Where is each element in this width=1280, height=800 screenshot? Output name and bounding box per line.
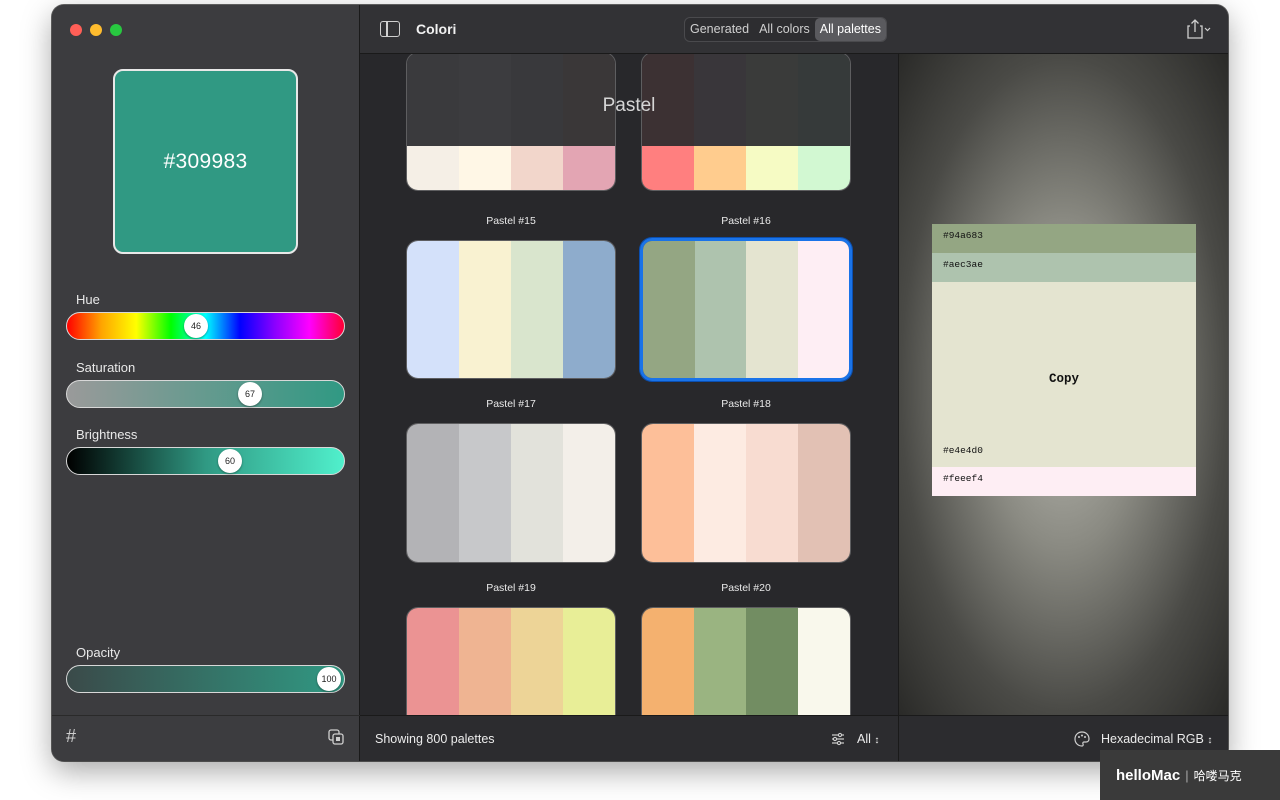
watermark: helloMac | 哈喽马克 (1100, 750, 1280, 800)
tab-generated[interactable]: Generated (685, 18, 754, 41)
copy-label[interactable]: Copy (932, 372, 1196, 386)
preview-hex: #e4e4d0 (943, 445, 983, 456)
app-title: Colori (416, 21, 457, 37)
opacity-slider[interactable]: 100 (66, 665, 345, 693)
sidebar: #309983 Hue 46 Saturation 67 Brightness … (52, 5, 360, 761)
palette-card-pastel-18[interactable] (640, 238, 852, 381)
grid-footer: Showing 800 palettes All ↕ (360, 715, 898, 761)
color-format-value: Hexadecimal RGB (1101, 732, 1204, 746)
brightness-slider-knob[interactable]: 60 (218, 449, 242, 473)
palette-name: Pastel #19 (486, 582, 536, 594)
toolbar: Colori Generated All colors All palettes (360, 5, 1228, 54)
share-icon[interactable] (1186, 19, 1212, 39)
sidebar-footer: # (52, 715, 360, 761)
app-window: #309983 Hue 46 Saturation 67 Brightness … (52, 5, 1228, 761)
preview-hex: #94a683 (943, 230, 983, 241)
opacity-slider-knob[interactable]: 100 (317, 667, 341, 691)
palette-name: Pastel #18 (721, 398, 771, 410)
palette-card-9[interactable] (406, 607, 616, 715)
color-format-dropdown[interactable]: Hexadecimal RGB ↕ (1101, 732, 1212, 746)
preview-color-row[interactable]: #feeef4 (932, 467, 1196, 496)
palette-name: Pastel #17 (486, 398, 536, 410)
palette-name: Pastel #16 (721, 215, 771, 227)
preview-color-row[interactable]: #aec3ae (932, 253, 1196, 282)
hue-slider-knob[interactable]: 46 (184, 314, 208, 338)
copy-icon[interactable] (328, 729, 344, 745)
palette-count: Showing 800 palettes (375, 732, 495, 746)
filter-dropdown[interactable]: All ↕ (857, 732, 879, 746)
window-controls (70, 24, 122, 36)
zoom-window-button[interactable] (110, 24, 122, 36)
tab-all-colors[interactable]: All colors (754, 18, 815, 41)
preview-hex: #feeef4 (943, 473, 983, 484)
hue-label: Hue (76, 292, 100, 307)
palette-name: Pastel #15 (486, 215, 536, 227)
hue-slider[interactable]: 46 (66, 312, 345, 340)
palette-icon (1074, 731, 1090, 747)
category-overlay-title: Pastel (602, 95, 656, 116)
palette-card-pastel-19[interactable] (406, 423, 616, 563)
opacity-label: Opacity (76, 645, 121, 660)
chevron-updown-icon: ↕ (874, 735, 880, 746)
view-segmented-control: Generated All colors All palettes (684, 17, 887, 42)
brightness-slider[interactable]: 60 (66, 447, 345, 475)
watermark-separator: | (1185, 767, 1189, 783)
preview-color-row[interactable]: #94a683 (932, 224, 1196, 253)
palette-card-pastel-20[interactable] (641, 423, 851, 563)
preview-palette-stack[interactable]: #94a683 #aec3ae Copy #e4e4d0 #feeef4 (932, 224, 1196, 496)
chevron-updown-icon: ↕ (1207, 735, 1213, 746)
saturation-slider[interactable]: 67 (66, 380, 345, 408)
brightness-label: Brightness (76, 427, 138, 442)
filter-icon[interactable] (831, 732, 845, 746)
palette-card-2[interactable] (641, 54, 851, 191)
preview-pane: #94a683 #aec3ae Copy #e4e4d0 #feeef4 (898, 54, 1228, 715)
tab-all-palettes[interactable]: All palettes (814, 18, 886, 41)
saturation-slider-knob[interactable]: 67 (238, 382, 262, 406)
preview-color-row[interactable]: Copy #e4e4d0 (932, 282, 1196, 467)
minimize-window-button[interactable] (90, 24, 102, 36)
hash-icon[interactable]: # (66, 726, 76, 747)
swatch-hex-label: #309983 (163, 149, 248, 173)
palette-name: Pastel #20 (721, 582, 771, 594)
palette-card-1[interactable] (406, 54, 616, 191)
color-swatch[interactable]: #309983 (113, 69, 298, 254)
watermark-logo: helloMac (1116, 766, 1181, 784)
preview-hex: #aec3ae (943, 259, 983, 270)
palette-card-pastel-17[interactable] (406, 240, 616, 379)
filter-value: All (857, 732, 871, 746)
sidebar-toggle-icon[interactable] (380, 21, 400, 37)
close-window-button[interactable] (70, 24, 82, 36)
watermark-text: 哈喽马克 (1193, 768, 1242, 783)
palette-grid: Pastel Pastel #15 Pastel #16 Pastel #17 … (360, 54, 898, 715)
palette-card-10[interactable] (641, 607, 851, 715)
saturation-label: Saturation (76, 360, 136, 375)
